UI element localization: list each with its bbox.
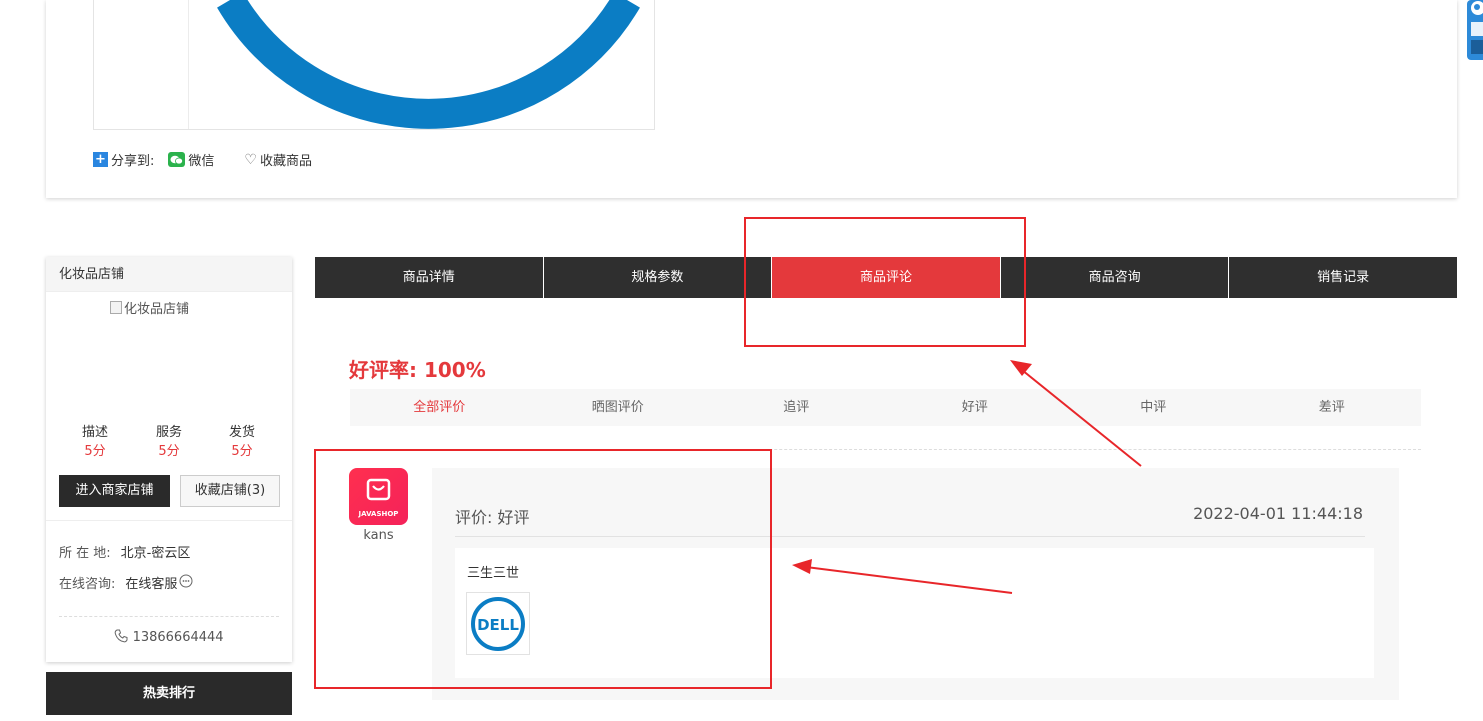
annotation-arrows	[792, 360, 1142, 594]
